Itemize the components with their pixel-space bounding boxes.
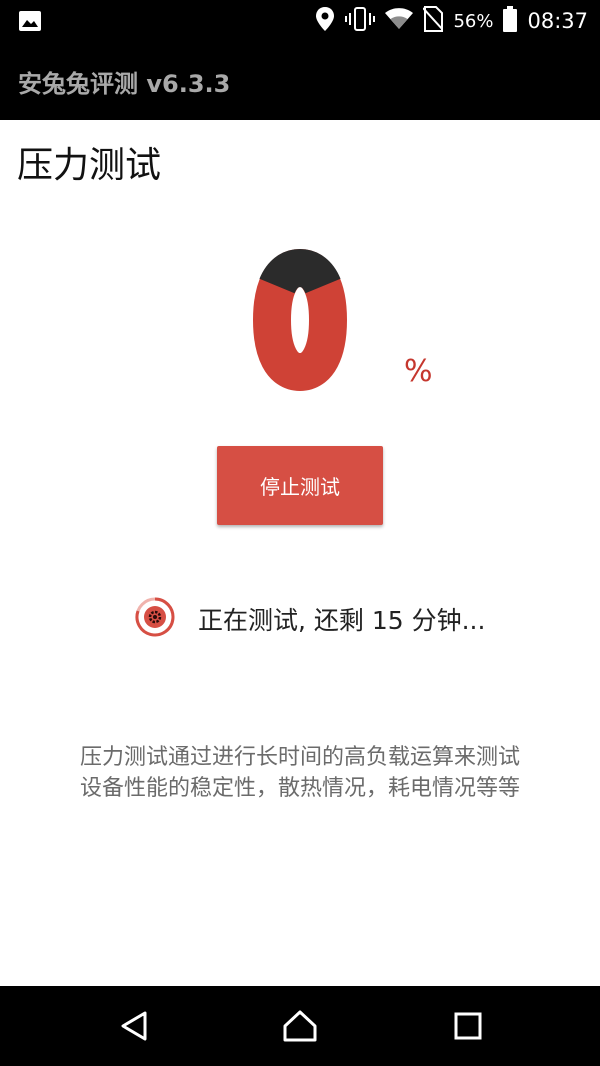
description-line: 设备性能的稳定性，散热情况，耗电情况等等 — [79, 776, 520, 801]
page-title: 压力测试 — [17, 145, 162, 186]
status-text: 正在测试, 还剩 15 分钟... — [198, 606, 486, 635]
image-icon — [18, 9, 42, 37]
no-sim-icon — [422, 6, 445, 36]
battery-percent: 56% — [453, 10, 494, 32]
battery-icon — [503, 6, 518, 36]
clock: 08:37 — [527, 9, 588, 33]
location-icon — [315, 6, 335, 36]
status-bar: 56% 08:37 — [0, 0, 600, 42]
nav-bar — [0, 986, 600, 1066]
stop-test-button[interactable]: 停止测试 — [217, 446, 383, 525]
percent-sign: % — [404, 354, 433, 389]
progress-gauge: 0 — [252, 248, 348, 392]
wifi-icon — [385, 8, 414, 34]
back-icon[interactable] — [106, 998, 162, 1054]
recents-icon[interactable] — [440, 998, 496, 1054]
test-status: 正在测试, 还剩 15 分钟... — [134, 596, 486, 642]
description: 压力测试通过进行长时间的高负载运算来测试 设备性能的稳定性，散热情况，耗电情况等… — [30, 742, 570, 804]
app-title: 安兔兔评测 v6.3.3 — [18, 70, 231, 98]
app-bar: 安兔兔评测 v6.3.3 — [0, 42, 600, 120]
vibrate-icon — [345, 7, 376, 35]
home-icon[interactable] — [272, 998, 328, 1054]
progress-digit-top — [259, 248, 341, 295]
spinner-icon — [134, 596, 176, 642]
description-line: 压力测试通过进行长时间的高负载运算来测试 — [79, 745, 520, 770]
